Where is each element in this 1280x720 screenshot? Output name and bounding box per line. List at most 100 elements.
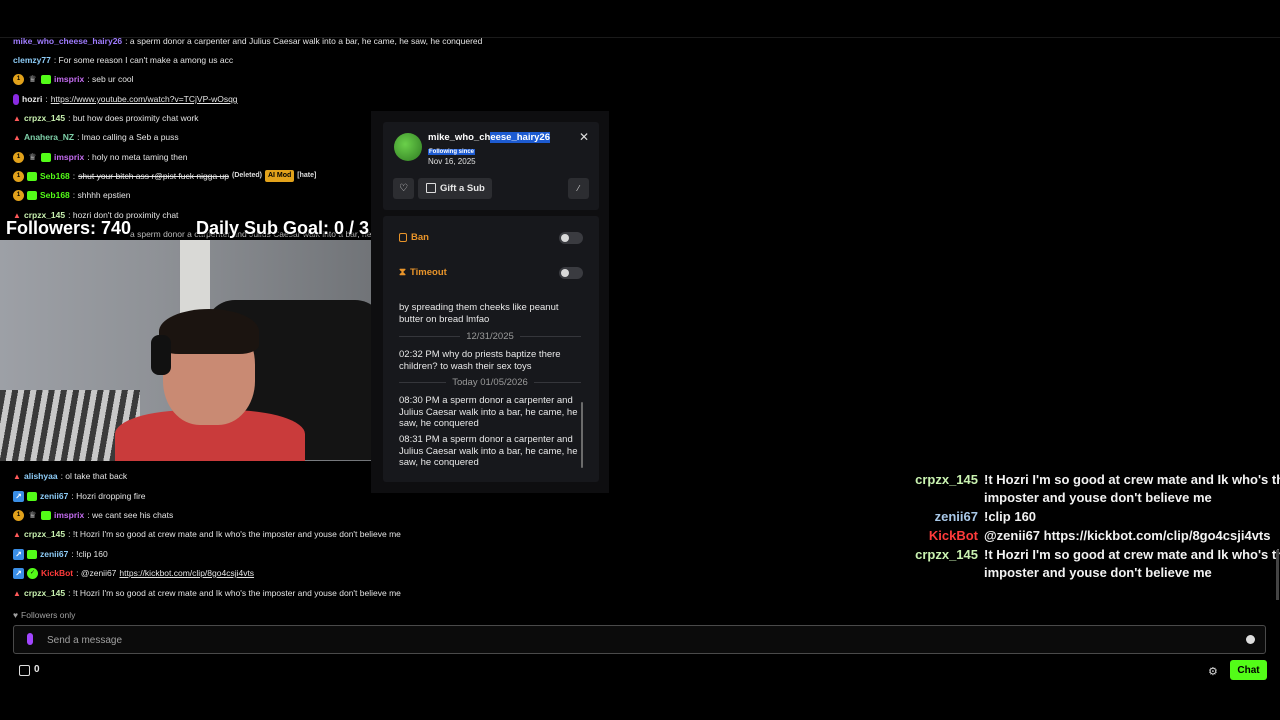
- gift-badge-icon: [41, 74, 51, 84]
- chat-text: : a sperm donor a carpenter and Julius C…: [125, 36, 483, 46]
- chat-text: : ol take that back: [60, 471, 128, 481]
- overlay-chat-text: !t Hozri I'm so good at crew mate and Ik…: [984, 472, 1280, 487]
- webcam-feed: [0, 240, 384, 461]
- kick-badge-icon: ↗: [13, 567, 24, 579]
- chat-message: 1 ♛ imsprix : holy no meta taming then: [13, 151, 187, 163]
- deleted-tag: (Deleted): [232, 172, 262, 179]
- history-message: 08:31 PM a sperm donor a carpenter and J…: [399, 434, 578, 468]
- mic-off-icon: ⁄: [577, 184, 580, 193]
- kick-badge-icon: ↗: [13, 548, 24, 560]
- chat-message: ↗ zenii67 : !clip 160: [13, 548, 108, 560]
- crown-badge-icon: ♛: [28, 151, 37, 162]
- arrow-badge-icon: ▲: [13, 113, 21, 123]
- chat-link[interactable]: https://kickbot.com/clip/8go4csji4vts: [119, 567, 254, 579]
- subscriber-badge-icon: 1: [13, 73, 24, 85]
- chat-link[interactable]: https://www.youtube.com/watch?v=TCjVP-wO…: [51, 93, 238, 105]
- gift-sub-label: Gift a Sub: [440, 183, 485, 194]
- streamer: [115, 309, 305, 461]
- chat-message: 1 Seb168 : shut your bitch ass r@pist fu…: [13, 170, 316, 182]
- overlay-chat-username: crpzx_145: [915, 547, 978, 562]
- chat-username[interactable]: crpzx_145: [24, 112, 65, 124]
- timeout-toggle[interactable]: [559, 267, 583, 279]
- crown-badge-icon: ♛: [28, 509, 37, 520]
- chat-username[interactable]: zenii67: [40, 548, 68, 560]
- reason-tag: [hate]: [297, 172, 317, 179]
- chat-text: : we cant see his chats: [87, 510, 174, 520]
- chat-message: 1 ♛ imsprix : seb ur cool: [13, 73, 134, 85]
- chat-text: : holy no meta taming then: [87, 152, 188, 162]
- gift-badge-icon: [27, 549, 37, 559]
- chat-username[interactable]: KickBot: [41, 567, 73, 579]
- history-scrollbar[interactable]: [581, 402, 583, 468]
- chat-username[interactable]: crpzx_145: [24, 587, 65, 599]
- message-input[interactable]: [47, 632, 1227, 648]
- card-username[interactable]: mike_who_cheese_hairy26: [428, 132, 551, 143]
- mic-badge-icon: [13, 93, 19, 105]
- chat-send-button[interactable]: Chat: [1230, 660, 1267, 680]
- gift-icon: [426, 183, 436, 193]
- user-card: mike_who_cheese_hairy26 Following since …: [383, 122, 599, 210]
- chat-text: : For some reason I can't make a among u…: [53, 55, 234, 65]
- shield-icon: [399, 233, 407, 242]
- chat-username[interactable]: zenii67: [40, 490, 68, 502]
- chat-scrollbar[interactable]: [1276, 550, 1279, 600]
- avatar[interactable]: [394, 133, 422, 161]
- history-date: Today 01/05/2026: [399, 377, 581, 388]
- overlay-chat-text: !t Hozri I'm so good at crew mate and Ik…: [984, 547, 1280, 562]
- chat-username[interactable]: imsprix: [54, 151, 84, 163]
- history-message: by spreading them cheeks like peanut but…: [399, 302, 559, 325]
- followers-counter: Followers: 740: [6, 218, 132, 238]
- chat-username[interactable]: Anahera_NZ: [24, 131, 74, 143]
- gift-sub-button[interactable]: Gift a Sub: [418, 178, 492, 199]
- chat-text: : Hozri dropping fire: [71, 491, 146, 501]
- subscriber-badge-icon: 1: [13, 170, 24, 182]
- chat-username[interactable]: imsprix: [54, 73, 84, 85]
- followers-only-label: Followers only: [21, 610, 76, 620]
- following-since-label: Following since: [428, 149, 476, 155]
- chat-username[interactable]: imsprix: [54, 509, 84, 521]
- history-date: 12/31/2025: [399, 331, 581, 342]
- chat-username[interactable]: alishyaa: [24, 470, 58, 482]
- history-message: 08:30 PM a sperm donor a carpenter and J…: [399, 395, 578, 429]
- gift-badge-icon: [27, 171, 37, 181]
- chat-username[interactable]: crpzx_145: [24, 528, 65, 540]
- chat-text: : lmao calling a Seb a puss: [77, 132, 179, 142]
- overlay-chat-username: KickBot: [928, 528, 978, 543]
- chat-username[interactable]: hozri: [22, 93, 42, 105]
- ban-toggle[interactable]: [559, 232, 583, 244]
- ai-mod-tag: AI Mod: [264, 170, 295, 182]
- bottom-letterbox: [0, 690, 1280, 720]
- gift-badge-icon: [41, 152, 51, 162]
- ban-row: Ban: [399, 232, 429, 243]
- chat-message: ▲ alishyaa : ol take that back: [13, 470, 127, 482]
- chat-message: 1 Seb168 : shhhh epstien: [13, 189, 130, 201]
- moderation-panel: Ban ⧗ Timeout by spreading them cheeks l…: [383, 216, 599, 482]
- chat-username[interactable]: Seb168: [40, 189, 70, 201]
- sub-goal-counter: Daily Sub Goal: 0 / 3: [196, 218, 370, 238]
- overlay-chat-text: @zenii67 https://kickbot.com/clip/8go4cs…: [984, 528, 1271, 543]
- chat-text: :: [45, 94, 48, 104]
- points-icon[interactable]: [19, 665, 30, 676]
- mute-mic-button[interactable]: ⁄: [568, 178, 589, 199]
- chat-text: : !t Hozri I'm so good at crew mate and …: [68, 529, 401, 539]
- chat-message: 1 ♛ imsprix : we cant see his chats: [13, 509, 173, 521]
- chat-username[interactable]: mike_who_cheese_hairy26: [13, 35, 122, 47]
- verified-badge-icon: ✓: [27, 567, 38, 579]
- overlay-chat-text: imposter and youse don't believe me: [984, 565, 1212, 580]
- overlay-chat-username: crpzx_145: [915, 472, 978, 487]
- chat-username[interactable]: Seb168: [40, 170, 70, 182]
- close-icon[interactable]: ✕: [579, 130, 589, 144]
- gift-badge-icon: [27, 190, 37, 200]
- kick-badge-icon: ↗: [13, 490, 24, 502]
- subscriber-badge-icon: 1: [13, 509, 24, 521]
- chat-username[interactable]: clemzy77: [13, 54, 51, 66]
- emoji-icon[interactable]: [1246, 635, 1255, 644]
- follow-heart-button[interactable]: ♡: [393, 178, 414, 199]
- heart-icon: ♡: [399, 183, 408, 194]
- gear-icon[interactable]: ⚙: [1208, 665, 1218, 678]
- ban-label: Ban: [411, 232, 429, 243]
- mic-icon[interactable]: [27, 633, 33, 645]
- chat-text: : but how does proximity chat work: [68, 113, 199, 123]
- gift-badge-icon: [41, 510, 51, 520]
- chat-text: : shhhh epstien: [72, 190, 131, 200]
